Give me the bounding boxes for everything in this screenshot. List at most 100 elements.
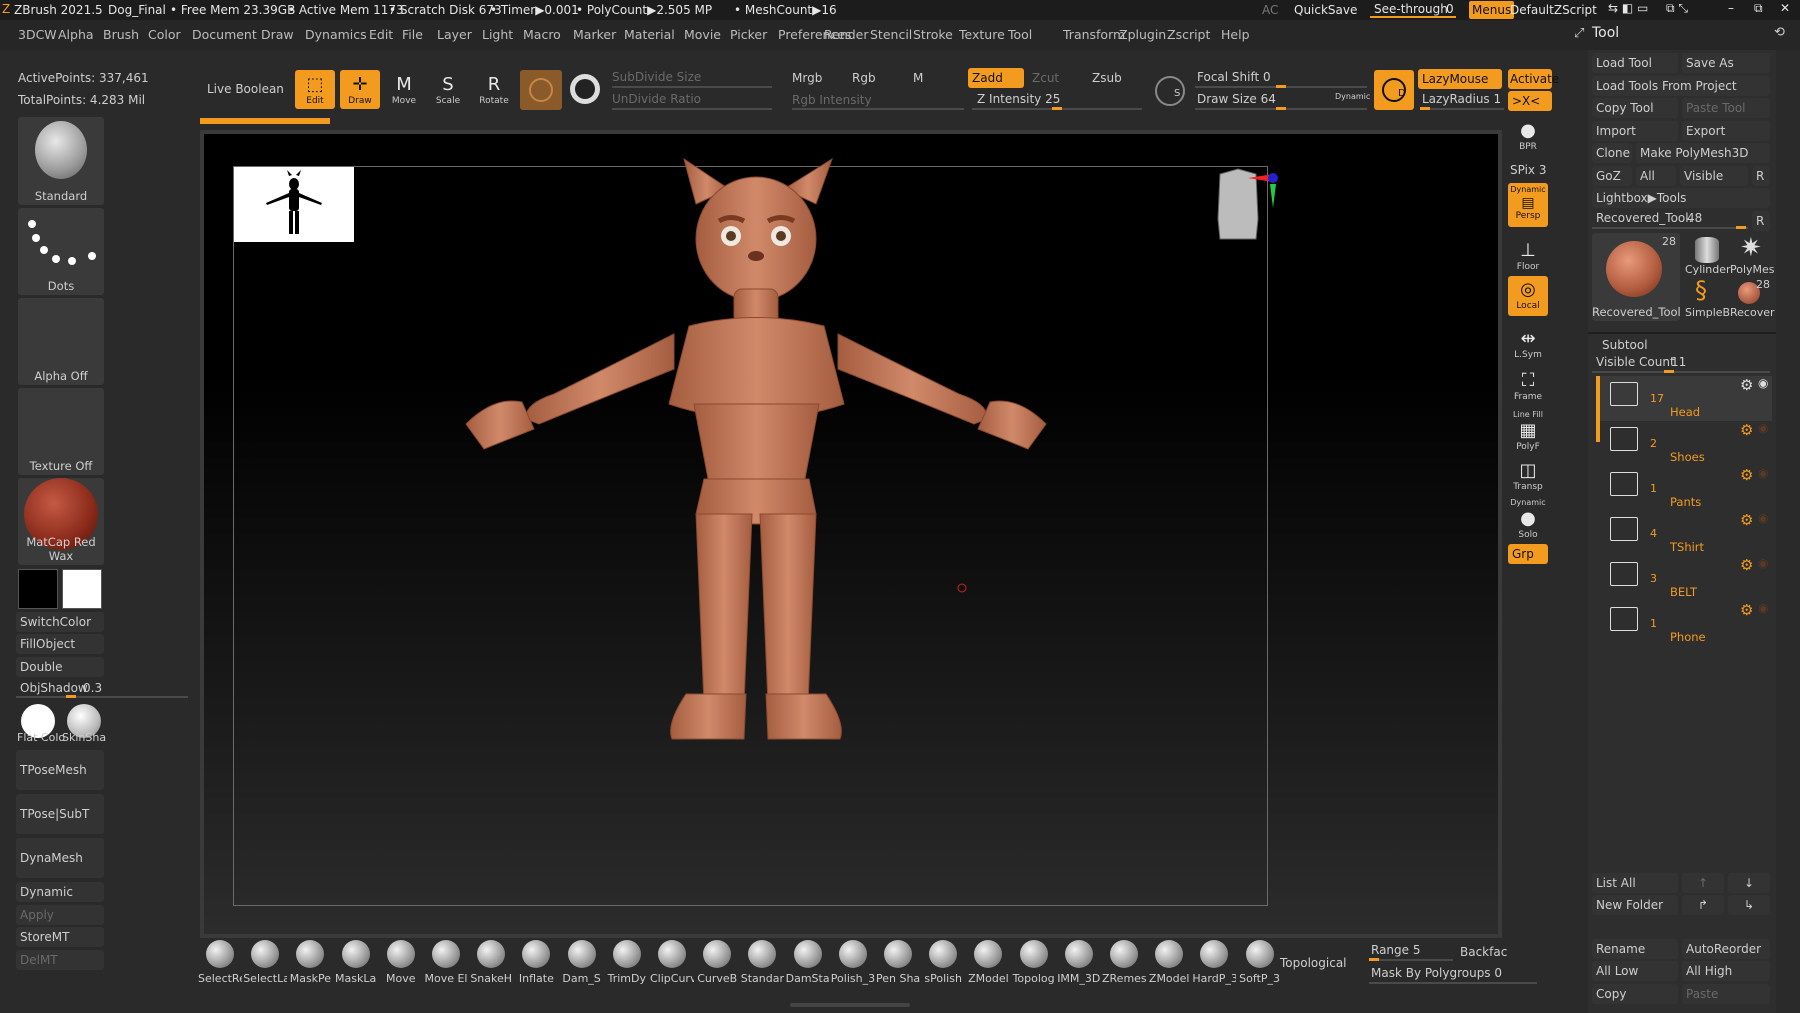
subtool-row[interactable]: 2 Shoes ⚙ ◉ (1600, 421, 1772, 466)
simplebrush-tool[interactable]: § SimpleB (1685, 276, 1730, 322)
goz-visible-button[interactable]: Visible (1680, 166, 1748, 186)
z-intensity-knob[interactable] (1052, 107, 1062, 110)
menu-movie[interactable]: Movie (684, 27, 721, 42)
close-icon[interactable]: ✕ (1780, 1, 1790, 15)
dynamesh-button[interactable]: DynaMesh (16, 838, 104, 878)
quicksave-button[interactable]: QuickSave (1294, 3, 1357, 17)
clone-button[interactable]: Clone (1592, 143, 1632, 163)
menu-zscript[interactable]: Zscript (1167, 27, 1210, 42)
menu-texture[interactable]: Texture (959, 27, 1005, 42)
recover-tool[interactable]: 28 Recover (1730, 278, 1775, 322)
paste-tool-button[interactable]: Paste Tool (1682, 98, 1770, 118)
polymesh-tool[interactable]: ✷ PolyMes (1730, 233, 1775, 277)
rename-button[interactable]: Rename (1592, 939, 1678, 959)
menu-marker[interactable]: Marker (573, 27, 616, 42)
menu-alpha[interactable]: Alpha (58, 27, 94, 42)
fillobject-button[interactable]: FillObject (16, 634, 104, 654)
frame-button[interactable]: ⛶ Frame (1508, 370, 1548, 402)
stroke-s-icon[interactable]: S (1155, 76, 1185, 106)
symmetry-x-button[interactable]: >X< (1508, 91, 1552, 111)
alpha-selector[interactable]: Alpha Off (18, 298, 104, 385)
maximize-icon[interactable]: ⧉ (1754, 1, 1763, 16)
load-tools-from-project-button[interactable]: Load Tools From Project (1592, 76, 1770, 96)
subtool-eye-icon[interactable]: ◉ (1758, 601, 1768, 615)
brush-button[interactable]: Inflate (514, 940, 558, 985)
move-out-icon[interactable]: ↳ (1728, 895, 1770, 915)
color-sphere-icon[interactable] (570, 74, 600, 104)
subtool-gear-icon[interactable]: ⚙ (1740, 376, 1753, 394)
edit-button[interactable]: ⬚ Edit (295, 70, 335, 109)
current-tool-slider[interactable]: Recovered_Tool. (1596, 211, 1692, 225)
brush-button[interactable]: ZModel (966, 940, 1010, 985)
material-swatch[interactable] (520, 70, 562, 110)
menu-picker[interactable]: Picker (730, 27, 767, 42)
window-button-icon[interactable]: ⧉ ⤡ (1666, 1, 1688, 16)
rotate-button[interactable]: R Rotate (476, 74, 512, 106)
menu-file[interactable]: File (402, 27, 423, 42)
delmt-button[interactable]: DelMT (16, 950, 104, 970)
subtool-gear-icon[interactable]: ⚙ (1740, 421, 1753, 439)
default-zscript-button[interactable]: DefaultZScript (1510, 3, 1597, 17)
menu-render[interactable]: Render (824, 27, 869, 42)
brush-button[interactable]: SelectRe (198, 940, 242, 985)
cylinder-tool[interactable]: Cylinder (1685, 233, 1731, 277)
rgb-intensity-slider[interactable]: Rgb Intensity (792, 93, 872, 107)
menu-layer[interactable]: Layer (437, 27, 472, 42)
tool-thumbnail-main[interactable]: 28 Recovered_Tool (1592, 233, 1681, 321)
view-gizmo[interactable] (1198, 164, 1278, 244)
subtool-eye-icon[interactable]: ◉ (1758, 466, 1768, 480)
minimize-icon[interactable]: – (1728, 1, 1734, 15)
brush-button[interactable]: Dam_S (560, 940, 604, 985)
move-up-icon[interactable]: ↑ (1682, 873, 1724, 893)
brush-button[interactable]: ZRemes (1102, 940, 1146, 985)
lazyradius-slider[interactable]: LazyRadius 1 (1422, 92, 1501, 106)
tool-pin-icon[interactable]: ⤢ (1574, 26, 1584, 41)
focal-shift-slider[interactable]: Focal Shift 0 (1197, 70, 1271, 84)
zcut-button[interactable]: Zcut (1032, 71, 1059, 85)
brush-button[interactable]: CurveB (695, 940, 739, 985)
lazyradius-knob[interactable] (1420, 107, 1430, 110)
apply-button[interactable]: Apply (16, 905, 104, 925)
brush-button[interactable]: Polish_3 Pen A (831, 940, 875, 985)
brush-button[interactable]: MaskLa (334, 940, 378, 985)
double-button[interactable]: Double (16, 657, 104, 677)
local-button[interactable]: ◎ Local (1508, 276, 1548, 316)
subtool-gear-icon[interactable]: ⚙ (1740, 466, 1753, 484)
brush-button[interactable]: Pen Sha (876, 940, 920, 985)
z-intensity-slider[interactable]: Z Intensity 25 (977, 92, 1060, 106)
menu-dynamics[interactable]: Dynamics (305, 27, 367, 42)
persp-button[interactable]: Dynamic ▤ Persp (1508, 183, 1548, 227)
menu-brush[interactable]: Brush (103, 27, 139, 42)
brush-button[interactable]: MaskPe (288, 940, 332, 985)
live-boolean-button[interactable]: Live Boolean (207, 82, 284, 96)
menu-color[interactable]: Color (148, 27, 181, 42)
load-tool-button[interactable]: Load Tool (1592, 53, 1678, 73)
secondary-color-swatch[interactable] (18, 569, 58, 609)
list-all-button[interactable]: List All (1592, 873, 1678, 893)
tool-panel-reset-icon[interactable]: ⟲ (1774, 25, 1785, 40)
menu-stroke[interactable]: Stroke (913, 27, 953, 42)
subtool-eye-icon[interactable]: ◉ (1758, 556, 1768, 570)
activate-button[interactable]: Activate (1508, 69, 1559, 89)
brush-button[interactable]: IMM_3D (1057, 940, 1101, 985)
zsub-button[interactable]: Zsub (1092, 71, 1122, 85)
main-color-swatch[interactable] (62, 569, 102, 609)
autoreorder-button[interactable]: AutoReorder (1682, 939, 1770, 959)
export-button[interactable]: Export (1682, 121, 1770, 141)
paste-button[interactable]: Paste (1682, 984, 1770, 1004)
dynamic-button[interactable]: Dynamic (16, 882, 104, 902)
move-down-icon[interactable]: ↓ (1728, 873, 1770, 893)
brush-button[interactable]: ZModel (1147, 940, 1191, 985)
all-high-button[interactable]: All High (1682, 961, 1770, 981)
tpose-subt-button[interactable]: TPose|SubT (16, 794, 104, 834)
menu-macro[interactable]: Macro (523, 27, 561, 42)
m-button[interactable]: M (913, 71, 923, 85)
subdivide-size-slider[interactable]: SubDivide Size (612, 70, 701, 84)
brush-button[interactable]: HardP_3 (1192, 940, 1236, 985)
tposemesh-button[interactable]: TPoseMesh (16, 750, 104, 790)
brush-button[interactable]: Topolog (1012, 940, 1056, 985)
menu-tool[interactable]: Tool (1008, 27, 1032, 42)
brush-button[interactable]: Move (379, 940, 423, 985)
goz-all-button[interactable]: All (1636, 166, 1676, 186)
menu-edit[interactable]: Edit (369, 27, 393, 42)
